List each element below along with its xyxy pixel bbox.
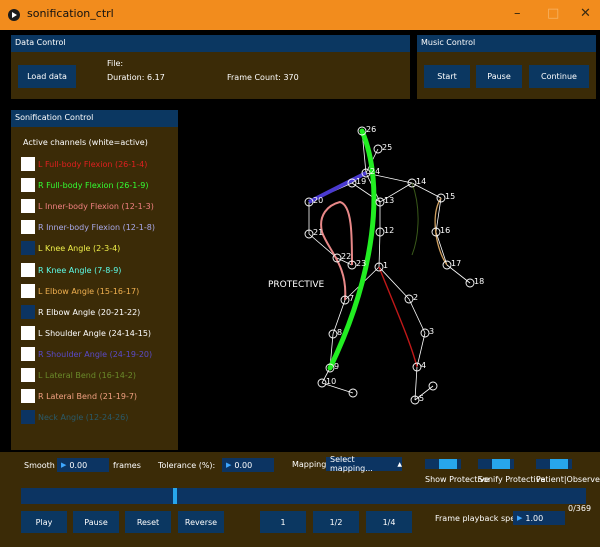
l-full-body-flexion-curve (378, 266, 418, 368)
playback-speed-label: Frame playback speed (435, 514, 526, 523)
mapping-dropdown[interactable]: Select mapping... ▲ (326, 455, 402, 473)
patient-observer-knob (550, 459, 568, 469)
mapping-label: Mapping: (292, 460, 330, 469)
joint-label: 16 (440, 226, 450, 235)
joint-label: 13 (384, 196, 394, 205)
joint-label: 2 (413, 293, 418, 302)
skeleton-bone (408, 298, 426, 334)
protective-status-label: PROTECTIVE (268, 280, 325, 290)
mapping-value: Select mapping... (330, 455, 373, 473)
joint-label: 17 (451, 259, 461, 268)
tolerance-caret-icon: ▶ (226, 461, 232, 469)
joint-label: 21 (313, 228, 323, 237)
joint-label: 4 (421, 361, 426, 370)
joint-label: 22 (341, 252, 351, 261)
smooth-caret-icon: ▶ (61, 461, 67, 469)
sonify-protective-toggle[interactable] (478, 459, 514, 469)
tolerance-value: 0.00 (234, 460, 253, 470)
frame-slider-handle[interactable] (173, 488, 177, 504)
reset-button[interactable]: Reset (125, 511, 171, 533)
joint-label: 19 (356, 177, 366, 186)
pause-button[interactable]: Pause (73, 511, 119, 533)
tolerance-label: Tolerance (%): (158, 461, 216, 470)
playback-panel: Smooth ▶ 0.00 frames Tolerance (%): ▶ 0.00… (0, 452, 600, 547)
joint-label: 26 (366, 125, 376, 134)
l-lateral-bend-curve (411, 182, 419, 256)
joint-label: 15 (445, 192, 455, 201)
joint-label: 25 (382, 143, 392, 152)
frames-label: frames (113, 461, 141, 470)
show-protective-knob (439, 459, 457, 469)
joint-label: 12 (384, 226, 394, 235)
tolerance-input[interactable]: ▶ 0.00 (222, 458, 274, 472)
joint-label: 8 (337, 328, 342, 337)
joint-label: 1 (383, 261, 388, 270)
joint-label: 3 (429, 327, 434, 336)
r-inner-body-flexion-curve (320, 200, 353, 301)
smooth-label: Smooth (24, 461, 55, 470)
joint-label: 14 (416, 177, 426, 186)
joint-label: 23 (356, 259, 366, 268)
smooth-value: 0.00 (69, 460, 88, 470)
frame-counter: 0/369 (568, 504, 592, 513)
smooth-input[interactable]: ▶ 0.00 (57, 458, 109, 472)
skeleton-bone (435, 231, 448, 266)
speed-half-button[interactable]: 1/2 (313, 511, 359, 533)
skeleton-bone (414, 366, 418, 401)
skeleton-bone (378, 231, 381, 268)
dropdown-arrow-icon: ▲ (397, 460, 402, 468)
skeleton-bone (378, 266, 410, 300)
play-button[interactable]: Play (21, 511, 67, 533)
joint-label: 5 (419, 394, 424, 403)
joint-label: 20 (313, 196, 323, 205)
reverse-button[interactable]: Reverse (178, 511, 224, 533)
playback-speed-input[interactable]: ▶ 1.00 (513, 511, 565, 525)
patient-observer-label: Patient|Observer (536, 475, 600, 484)
frame-slider[interactable] (21, 488, 586, 504)
speed-caret-icon: ▶ (517, 514, 523, 522)
speed-quarter-button[interactable]: 1/4 (366, 511, 412, 533)
joint-label: 7 (349, 294, 354, 303)
joint-label: 18 (474, 277, 484, 286)
patient-observer-toggle[interactable] (536, 459, 572, 469)
playback-speed-value: 1.00 (525, 513, 544, 523)
sonify-protective-knob (492, 459, 510, 469)
joint-label: 9 (334, 362, 339, 371)
speed-1-button[interactable]: 1 (260, 511, 306, 533)
app-window: sonification_ctrl – □ ✕ Data Control Loa… (0, 0, 600, 547)
joint-label: 24 (370, 167, 380, 176)
joint-label: 10 (326, 377, 336, 386)
show-protective-toggle[interactable] (425, 459, 461, 469)
